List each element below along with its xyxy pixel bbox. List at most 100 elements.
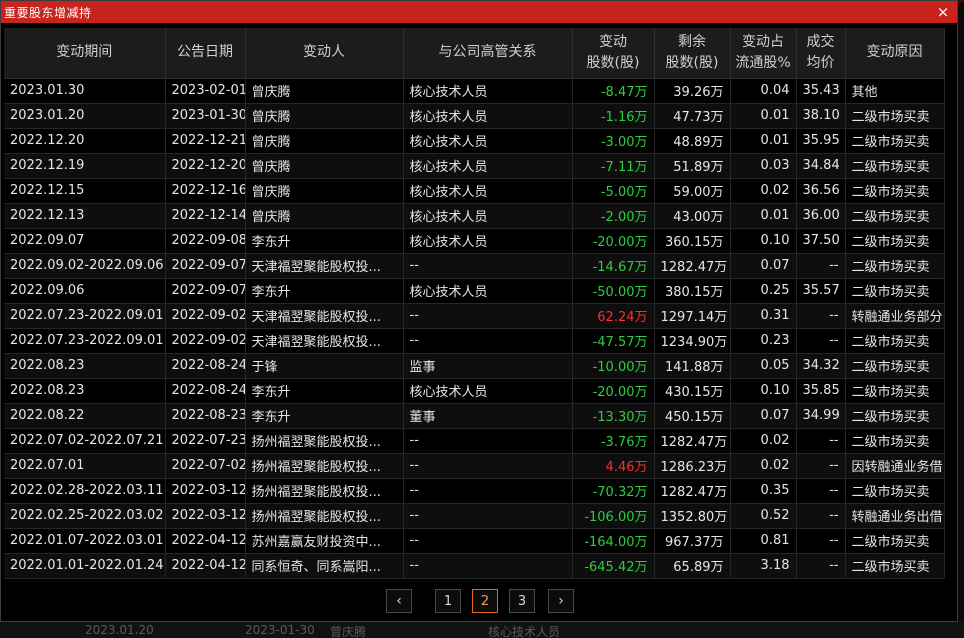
- cell-date: 2022-09-02: [165, 303, 246, 329]
- cell-date: 2022-12-21: [165, 128, 246, 154]
- cell-date: 2022-09-08: [165, 228, 246, 254]
- cell-relation: 核心技术人员: [403, 378, 573, 404]
- column-header-label: 变动人: [303, 44, 345, 61]
- column-header-remain[interactable]: 剩余 股数(股): [654, 28, 731, 79]
- cell-reason: 二级市场买卖: [845, 178, 945, 204]
- table-row[interactable]: 2022.08.22 2022-08-23 李东升 董事 -13.30万 450.15万 0…: [4, 403, 945, 429]
- table-row[interactable]: 2022.02.28-2022.03.11 2022-03-12 扬州福翌聚能股权投…: [4, 478, 945, 504]
- cell-price: 35.57: [796, 278, 846, 304]
- table-row[interactable]: 2022.08.23 2022-08-24 李东升 核心技术人员 -20.00万 430.…: [4, 378, 945, 404]
- column-header-date[interactable]: 公告日期: [165, 28, 246, 79]
- cell-price: 34.99: [796, 403, 846, 429]
- cell-price: 34.84: [796, 153, 846, 179]
- cell-person: 于锋: [245, 353, 404, 379]
- cell-change: -70.32万: [572, 478, 655, 504]
- table-row[interactable]: 2022.01.01-2022.01.24 2022-04-12 同系恒奇、同系嵩阳…: [4, 553, 945, 579]
- cell-remain: 360.15万: [654, 228, 731, 254]
- cell-price: 37.50: [796, 228, 846, 254]
- table-row[interactable]: 2022.07.23-2022.09.01 2022-09-02 天津福翌聚能股权投…: [4, 303, 945, 329]
- table-row[interactable]: 2022.09.07 2022-09-08 李东升 核心技术人员 -20.00万 360.…: [4, 228, 945, 254]
- table-row[interactable]: 2022.12.20 2022-12-21 曾庆腾 核心技术人员 -3.00万 48.89…: [4, 128, 945, 154]
- table-row[interactable]: 2022.01.07-2022.03.01 2022-04-12 苏州嘉赢友财投资中…: [4, 528, 945, 554]
- cell-price: --: [796, 303, 846, 329]
- page-1-button[interactable]: 1: [435, 589, 461, 613]
- cell-date: 2022-12-20: [165, 153, 246, 179]
- cell-person: 扬州福翌聚能股权投...: [245, 428, 404, 454]
- table-row[interactable]: 2022.09.02-2022.09.06 2022-09-07 天津福翌聚能股权投…: [4, 253, 945, 279]
- cell-person: 李东升: [245, 278, 404, 304]
- pagination: ‹ 1 2 3 ›: [1, 589, 959, 613]
- cell-pct: 0.07: [730, 253, 797, 279]
- table-row[interactable]: 2023.01.30 2023-02-01 曾庆腾 核心技术人员 -8.47万 39.26…: [4, 78, 945, 104]
- table-row[interactable]: 2022.12.15 2022-12-16 曾庆腾 核心技术人员 -5.00万 59.00…: [4, 178, 945, 204]
- column-header-label: 与公司高管关系: [438, 44, 537, 61]
- column-header-price[interactable]: 成交 均价: [796, 28, 846, 79]
- cell-relation: 董事: [403, 403, 573, 429]
- column-header-sublabel: 均价: [806, 54, 835, 71]
- cell-remain: 380.15万: [654, 278, 731, 304]
- cell-remain: 47.73万: [654, 103, 731, 129]
- cell-relation: 核心技术人员: [403, 203, 573, 229]
- cell-change: -3.00万: [572, 128, 655, 154]
- cell-relation: 核心技术人员: [403, 228, 573, 254]
- cell-price: 35.85: [796, 378, 846, 404]
- cell-date: 2022-09-02: [165, 328, 246, 354]
- cell-relation: --: [403, 478, 573, 504]
- cell-person: 苏州嘉赢友财投资中...: [245, 528, 404, 554]
- cell-reason: 二级市场买卖: [845, 253, 945, 279]
- cell-remain: 39.26万: [654, 78, 731, 104]
- column-header-change[interactable]: 变动 股数(股): [572, 28, 655, 79]
- next-page-button[interactable]: ›: [548, 589, 574, 613]
- cell-person: 曾庆腾: [245, 128, 404, 154]
- cell-change: -1.16万: [572, 103, 655, 129]
- cell-relation: 核心技术人员: [403, 78, 573, 104]
- table-row[interactable]: 2022.07.23-2022.09.01 2022-09-02 天津福翌聚能股权投…: [4, 328, 945, 354]
- table-row[interactable]: 2022.09.06 2022-09-07 李东升 核心技术人员 -50.00万 380.…: [4, 278, 945, 304]
- table-row[interactable]: 2023.01.20 2023-01-30 曾庆腾 核心技术人员 -1.16万 47.73…: [4, 103, 945, 129]
- column-header-reason[interactable]: 变动原因: [845, 28, 945, 79]
- column-header-pct[interactable]: 变动占 流通股%: [730, 28, 797, 79]
- cell-change: -20.00万: [572, 378, 655, 404]
- cell-reason: 其他: [845, 78, 945, 104]
- column-header-period[interactable]: 变动期间: [4, 28, 166, 79]
- table-row[interactable]: 2022.12.13 2022-12-14 曾庆腾 核心技术人员 -2.00万 43.00…: [4, 203, 945, 229]
- cell-change: -8.47万: [572, 78, 655, 104]
- cell-pct: 0.05: [730, 353, 797, 379]
- dialog-titlebar[interactable]: 重要股东增减持 ×: [1, 1, 957, 23]
- cell-person: 李东升: [245, 403, 404, 429]
- cell-pct: 0.07: [730, 403, 797, 429]
- cell-remain: 43.00万: [654, 203, 731, 229]
- column-header-person[interactable]: 变动人: [245, 28, 404, 79]
- prev-page-button[interactable]: ‹: [386, 589, 412, 613]
- cell-period: 2022.07.01: [4, 453, 166, 479]
- cell-date: 2022-04-12: [165, 553, 246, 579]
- cell-pct: 0.01: [730, 103, 797, 129]
- cell-pct: 0.25: [730, 278, 797, 304]
- cell-pct: 0.02: [730, 178, 797, 204]
- cell-period: 2022.09.07: [4, 228, 166, 254]
- cell-date: 2022-08-24: [165, 353, 246, 379]
- cell-period: 2022.07.23-2022.09.01: [4, 328, 166, 354]
- cell-reason: 二级市场买卖: [845, 278, 945, 304]
- table-row[interactable]: 2022.07.01 2022-07-02 扬州福翌聚能股权投... -- 4.46万 1…: [4, 453, 945, 479]
- cell-pct: 0.10: [730, 378, 797, 404]
- cell-date: 2022-12-16: [165, 178, 246, 204]
- cell-date: 2022-03-12: [165, 503, 246, 529]
- close-icon[interactable]: ×: [935, 4, 951, 20]
- cell-period: 2022.02.25-2022.03.02: [4, 503, 166, 529]
- table-row[interactable]: 2022.02.25-2022.03.02 2022-03-12 扬州福翌聚能股权投…: [4, 503, 945, 529]
- column-header-relation[interactable]: 与公司高管关系: [403, 28, 573, 79]
- cell-period: 2022.09.06: [4, 278, 166, 304]
- cell-period: 2022.12.15: [4, 178, 166, 204]
- page-2-button[interactable]: 2: [472, 589, 498, 613]
- page-3-button[interactable]: 3: [509, 589, 535, 613]
- table-row[interactable]: 2022.08.23 2022-08-24 于锋 监事 -10.00万 141.88万 0.…: [4, 353, 945, 379]
- table-row[interactable]: 2022.07.02-2022.07.21 2022-07-23 扬州福翌聚能股权投…: [4, 428, 945, 454]
- background-table-row: 2023.01.20 2023-01-30 曾庆腾 核心技术人员: [0, 621, 964, 638]
- table-row[interactable]: 2022.12.19 2022-12-20 曾庆腾 核心技术人员 -7.11万 51.89…: [4, 153, 945, 179]
- cell-pct: 0.01: [730, 128, 797, 154]
- cell-relation: --: [403, 253, 573, 279]
- cell-period: 2022.12.19: [4, 153, 166, 179]
- cell-date: 2023-01-30: [165, 103, 246, 129]
- cell-reason: 二级市场买卖: [845, 428, 945, 454]
